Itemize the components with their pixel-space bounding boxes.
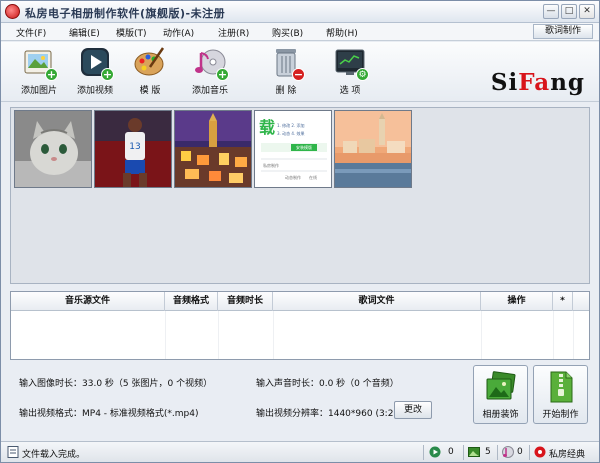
video-count-icon xyxy=(429,446,441,458)
delete-label: 删 除 xyxy=(275,86,297,96)
change-button[interactable]: 更改 xyxy=(394,401,432,419)
status-message: 文件载入完成。 xyxy=(22,450,86,460)
col-lyric-file[interactable]: 歌词文件 xyxy=(273,292,481,311)
svg-text:1. 修改 2. 添加: 1. 修改 2. 添加 xyxy=(277,122,304,128)
svg-text:私房制作: 私房制作 xyxy=(263,162,279,168)
menu-buy[interactable]: 购买(B) xyxy=(272,26,303,39)
image-duration-text: 输入图像时长：33.0 秒（5 张图片，0 个视频） xyxy=(19,379,213,389)
photos-icon xyxy=(484,371,518,403)
add-video-button[interactable]: + 添加视频 xyxy=(67,45,123,99)
audio-duration-text: 输入声音时长：0.0 秒（0 个音频） xyxy=(256,379,399,389)
start-make-button[interactable]: 开始制作 xyxy=(533,365,588,424)
status-bar: 文件载入完成。 0 5 0 私房经典 xyxy=(1,441,599,462)
add-music-button[interactable]: + 添加音乐 xyxy=(182,45,238,99)
app-window: 私房电子相册制作软件(旗舰版)-未注册 — □ ✕ 文件(F) 编辑(E) 模版… xyxy=(0,0,600,463)
svg-text:在线: 在线 xyxy=(309,174,317,180)
album-decorate-label: 相册装饰 xyxy=(482,410,519,420)
template-button[interactable]: 模 版 xyxy=(122,45,178,99)
minimize-button[interactable]: — xyxy=(543,4,559,19)
video-count: 0 xyxy=(448,447,454,457)
svg-text:3. 动态 4. 效果: 3. 动态 4. 效果 xyxy=(277,130,304,136)
photo-thumbnail[interactable] xyxy=(334,110,412,188)
music-table[interactable]: 音乐源文件 音频格式 音频时长 歌词文件 操作 * xyxy=(10,291,590,360)
photo-count: 5 xyxy=(485,447,491,457)
music-count: 0 xyxy=(517,447,523,457)
music-count-icon xyxy=(502,446,514,458)
menu-action[interactable]: 动作(A) xyxy=(163,26,194,39)
title-bar: 私房电子相册制作软件(旗舰版)-未注册 — □ ✕ xyxy=(1,1,599,23)
col-operation[interactable]: 操作 xyxy=(481,292,553,311)
brand-icon xyxy=(534,446,546,458)
maximize-button[interactable]: □ xyxy=(561,4,577,19)
svg-text:载: 载 xyxy=(259,118,275,137)
photo-thumbnail[interactable] xyxy=(174,110,252,188)
add-video-label: 添加视频 xyxy=(76,86,113,96)
music-table-header: 音乐源文件 音频格式 音频时长 歌词文件 操作 * xyxy=(11,292,589,311)
lyric-make-button[interactable]: 歌词制作 xyxy=(533,24,593,39)
output-format-text: 输出视频格式：MP4 - 标准视频格式(*.mp4) xyxy=(19,409,199,419)
photo-thumbnail[interactable]: 13 xyxy=(94,110,172,188)
photo-thumbnail[interactable] xyxy=(14,110,92,188)
add-video-icon: + xyxy=(78,45,114,81)
album-decorate-button[interactable]: 相册装饰 xyxy=(473,365,528,424)
add-music-icon: + xyxy=(193,45,229,81)
menu-help[interactable]: 帮助(H) xyxy=(326,26,358,39)
brand-text: 私房经典 xyxy=(549,450,586,460)
app-logo-icon xyxy=(5,4,20,19)
add-photo-label: 添加图片 xyxy=(20,86,57,96)
svg-text:动态制作: 动态制作 xyxy=(285,174,301,180)
add-photo-icon: + xyxy=(22,45,58,81)
menu-bar: 文件(F) 编辑(E) 模版(T) 动作(A) 注册(R) 购买(B) 帮助(H… xyxy=(1,23,599,41)
menu-register[interactable]: 注册(R) xyxy=(218,26,249,39)
svg-text:13: 13 xyxy=(129,142,140,152)
close-button[interactable]: ✕ xyxy=(579,4,595,19)
start-make-label: 开始制作 xyxy=(542,410,579,420)
document-icon xyxy=(7,446,19,458)
col-audio-duration[interactable]: 音频时长 xyxy=(218,292,273,311)
zip-file-icon xyxy=(544,371,578,403)
col-star[interactable]: * xyxy=(553,292,573,311)
col-audio-format[interactable]: 音频格式 xyxy=(165,292,218,311)
window-title: 私房电子相册制作软件(旗舰版)-未注册 xyxy=(25,7,226,20)
info-panel: 输入图像时长：33.0 秒（5 张图片，0 个视频） 输入声音时长：0.0 秒（… xyxy=(10,363,590,433)
menu-file[interactable]: 文件(F) xyxy=(16,26,46,39)
options-button[interactable]: ⚙ 选 项 xyxy=(322,45,378,99)
options-icon: ⚙ xyxy=(333,45,369,81)
delete-button[interactable]: − 删 除 xyxy=(258,45,314,99)
window-controls: — □ ✕ xyxy=(543,4,595,19)
col-music-source[interactable]: 音乐源文件 xyxy=(11,292,165,311)
options-label: 选 项 xyxy=(339,86,361,96)
output-resolution-text: 输出视频分辨率：1440*960 (3:2) xyxy=(256,409,397,419)
photo-count-icon xyxy=(468,446,480,458)
photo-list[interactable]: 13 载 1. 修改 2. 添加 3. 动态 4. 效果 安装模版 私房制作 动… xyxy=(10,107,590,284)
toolbar: + 添加图片 + 添加视频 模 版 + 添加音乐 − 删 除 ⚙ 选 项 SiF… xyxy=(1,42,599,102)
add-photo-button[interactable]: + 添加图片 xyxy=(11,45,67,99)
sifang-logo: SiFang xyxy=(490,69,585,96)
menu-edit[interactable]: 编辑(E) xyxy=(69,26,100,39)
palette-icon xyxy=(133,45,167,79)
svg-text:安装模版: 安装模版 xyxy=(296,144,312,150)
trash-icon: − xyxy=(269,45,305,81)
menu-template[interactable]: 模版(T) xyxy=(116,26,147,39)
template-label: 模 版 xyxy=(139,86,161,96)
add-music-label: 添加音乐 xyxy=(191,86,228,96)
photo-thumbnail[interactable]: 载 1. 修改 2. 添加 3. 动态 4. 效果 安装模版 私房制作 动态制作… xyxy=(254,110,332,188)
